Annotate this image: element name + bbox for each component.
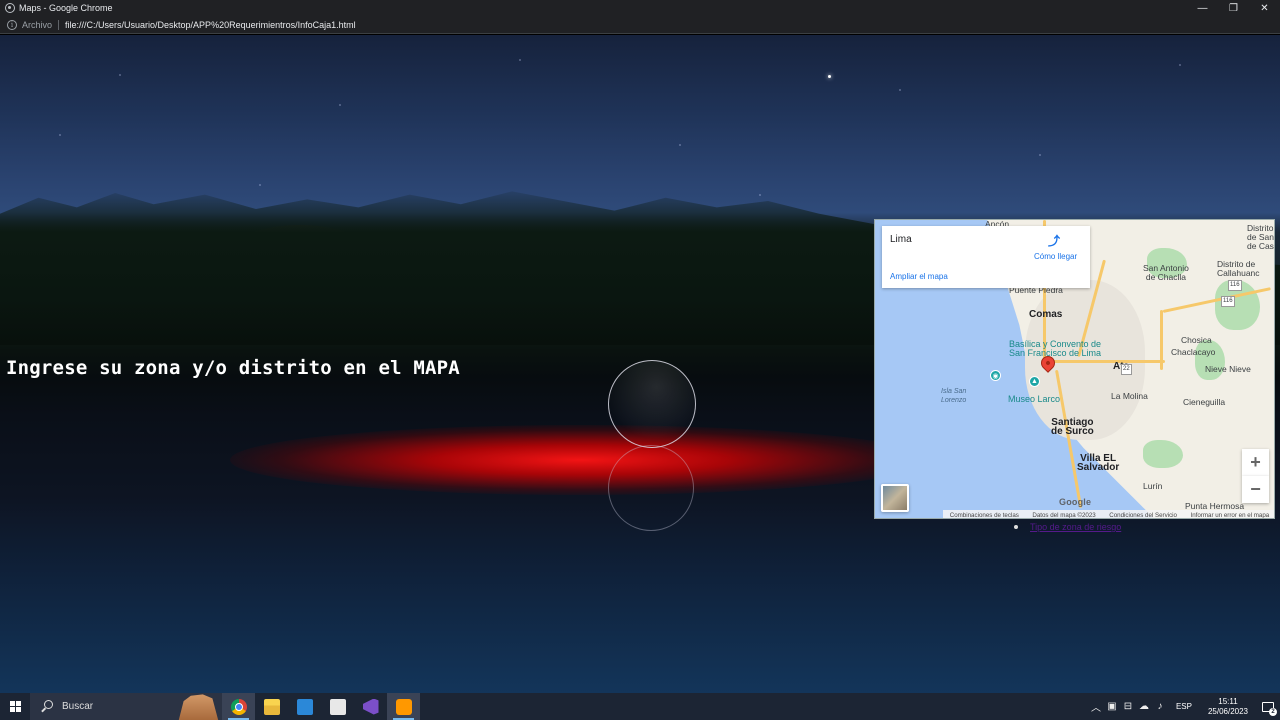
language-indicator[interactable]: ESP xyxy=(1176,702,1192,711)
list-bullet xyxy=(1014,525,1018,529)
map-prompt-heading: Ingrese su zona y/o distrito en el MAPA xyxy=(6,357,460,379)
page-content: Ingrese su zona y/o distrito en el MAPA … xyxy=(0,35,1280,693)
close-button[interactable]: ✕ xyxy=(1249,0,1280,16)
museum-poi-icon[interactable]: ▲ xyxy=(1029,376,1040,387)
notification-center-button[interactable]: 2 xyxy=(1256,693,1280,720)
park-area xyxy=(1195,340,1225,380)
camera-poi-icon[interactable]: ◉ xyxy=(990,370,1001,381)
device-icon[interactable]: ▣ xyxy=(1104,701,1120,712)
map-label-basilica: Basílica y Convento de San Francisco de … xyxy=(1009,339,1102,358)
map-data-label: Datos del mapa ©2023 xyxy=(1032,511,1096,519)
shooting-star xyxy=(828,75,831,78)
cloud-icon[interactable]: ☁ xyxy=(1136,701,1152,712)
clock[interactable]: 15:11 25/06/2023 xyxy=(1208,697,1248,717)
window-controls: — ❐ ✕ xyxy=(1187,0,1280,16)
map-label-san-antonio: San Antonio de Chaclla xyxy=(1143,263,1189,282)
search-icon xyxy=(40,699,54,714)
show-hidden-icons-chevron-icon[interactable]: ︿ xyxy=(1088,699,1104,714)
light-orb xyxy=(608,360,696,448)
highway-road xyxy=(1045,360,1165,363)
start-button[interactable] xyxy=(0,693,30,720)
map-label-distrito-san: Distrito de San de Cas xyxy=(1247,223,1274,251)
map-label-villa-el-salvador: Villa EL Salvador xyxy=(1077,453,1120,473)
network-icon[interactable]: ⊟ xyxy=(1120,701,1136,712)
volume-icon[interactable]: ♪ xyxy=(1152,701,1168,712)
directions-link[interactable]: Cómo llegar xyxy=(1034,252,1077,261)
risk-zone-link[interactable]: Tipo de zona de riesgo xyxy=(1030,522,1121,532)
clock-time: 15:11 xyxy=(1218,696,1238,706)
keyboard-shortcuts-link[interactable]: Combinaciones de teclas xyxy=(950,512,1019,519)
taskbar-app-visual-studio[interactable] xyxy=(354,693,387,720)
directions-icon[interactable]: ⤴ xyxy=(1048,235,1060,247)
red-light-reflection xyxy=(230,425,930,495)
map-label-chaclacayo: Chaclacayo xyxy=(1171,347,1216,357)
search-highlight-image xyxy=(178,694,219,720)
clock-date: 25/06/2023 xyxy=(1207,706,1248,716)
map-label-nieve-nieve: Nieve Nieve xyxy=(1205,364,1251,374)
terms-link[interactable]: Condiciones del Servicio xyxy=(1109,512,1177,519)
satellite-layer-toggle[interactable] xyxy=(881,484,909,512)
restore-button[interactable]: ❐ xyxy=(1218,0,1249,16)
taskbar-app-file-explorer[interactable] xyxy=(255,693,288,720)
taskbar-app-store[interactable] xyxy=(288,693,321,720)
map-label-callahuanca: Distrito de Callahuanc xyxy=(1217,259,1260,278)
map-label-museo-larco: Museo Larco xyxy=(1008,394,1061,404)
chrome-icon xyxy=(230,698,247,715)
windows-taskbar: Buscar ︿ ▣ ⊟ ☁ ♪ ESP 15:11 25/06/2023 2 xyxy=(0,693,1280,720)
system-tray: ︿ ▣ ⊟ ☁ ♪ ESP 15:11 25/06/2023 2 xyxy=(1088,693,1280,720)
road-shield-116: 116 xyxy=(1228,280,1242,291)
sublime-text-icon xyxy=(395,698,412,715)
place-info-card: Lima ⤴ Cómo llegar Ampliar el mapa xyxy=(882,226,1090,288)
map-attribution-bar: Combinaciones de teclas Datos del mapa ©… xyxy=(943,510,1274,519)
report-error-link[interactable]: Informar un error en el mapa xyxy=(1190,512,1269,519)
taskbar-search-box[interactable]: Buscar xyxy=(30,693,222,720)
map-label-lurin: Lurín xyxy=(1143,481,1163,491)
windows-logo-icon xyxy=(9,701,21,712)
road-shield-22: 22 xyxy=(1121,364,1132,375)
map-label-comas: Comas xyxy=(1029,309,1063,320)
park-area xyxy=(1143,440,1183,468)
map-label-isla-san-lorenzo: Isla San Lorenzo xyxy=(941,388,967,404)
url-text[interactable]: file:///C:/Users/Usuario/Desktop/APP%20R… xyxy=(65,20,356,30)
zoom-in-button[interactable]: + xyxy=(1242,449,1269,476)
map-label-chosica: Chosica xyxy=(1181,335,1212,345)
window-title: Maps - Google Chrome xyxy=(19,3,113,13)
folder-icon xyxy=(263,698,280,715)
store-icon xyxy=(296,698,313,715)
search-placeholder: Buscar xyxy=(62,701,94,712)
google-logo: Google xyxy=(1059,497,1092,507)
google-map-embed[interactable]: Ancón Distrito de San de Cas Puente Pied… xyxy=(874,219,1275,519)
maps-app-icon xyxy=(5,3,15,13)
expand-map-link[interactable]: Ampliar el mapa xyxy=(890,272,948,281)
map-label-la-molina: La Molina xyxy=(1111,391,1148,401)
window-titlebar: Maps - Google Chrome — ❐ ✕ xyxy=(0,0,1280,16)
taskbar-app-sublime[interactable] xyxy=(387,693,420,720)
taskbar-app-chrome[interactable] xyxy=(222,693,255,720)
address-bar[interactable]: i Archivo file:///C:/Users/Usuario/Deskt… xyxy=(0,16,1280,34)
map-label-santiago-de-surco: Santiago de Surco xyxy=(1051,417,1094,437)
light-orb-reflection xyxy=(608,445,694,531)
visual-studio-icon xyxy=(362,698,379,715)
security-label[interactable]: Archivo xyxy=(22,20,52,30)
address-divider xyxy=(58,19,60,30)
notification-count-badge: 2 xyxy=(1269,708,1277,716)
minimize-button[interactable]: — xyxy=(1187,0,1218,16)
map-label-cieneguilla: Cieneguilla xyxy=(1183,397,1226,407)
drawing-app-icon xyxy=(329,698,346,715)
below-map-list-item: Tipo de zona de riesgo xyxy=(1014,522,1121,532)
taskbar-app-drawing[interactable] xyxy=(321,693,354,720)
road-shield-116: 116 xyxy=(1221,296,1235,307)
place-name: Lima xyxy=(890,234,912,245)
highway-road xyxy=(1160,310,1163,370)
info-icon[interactable]: i xyxy=(7,19,17,30)
zoom-out-button[interactable]: − xyxy=(1242,476,1269,503)
